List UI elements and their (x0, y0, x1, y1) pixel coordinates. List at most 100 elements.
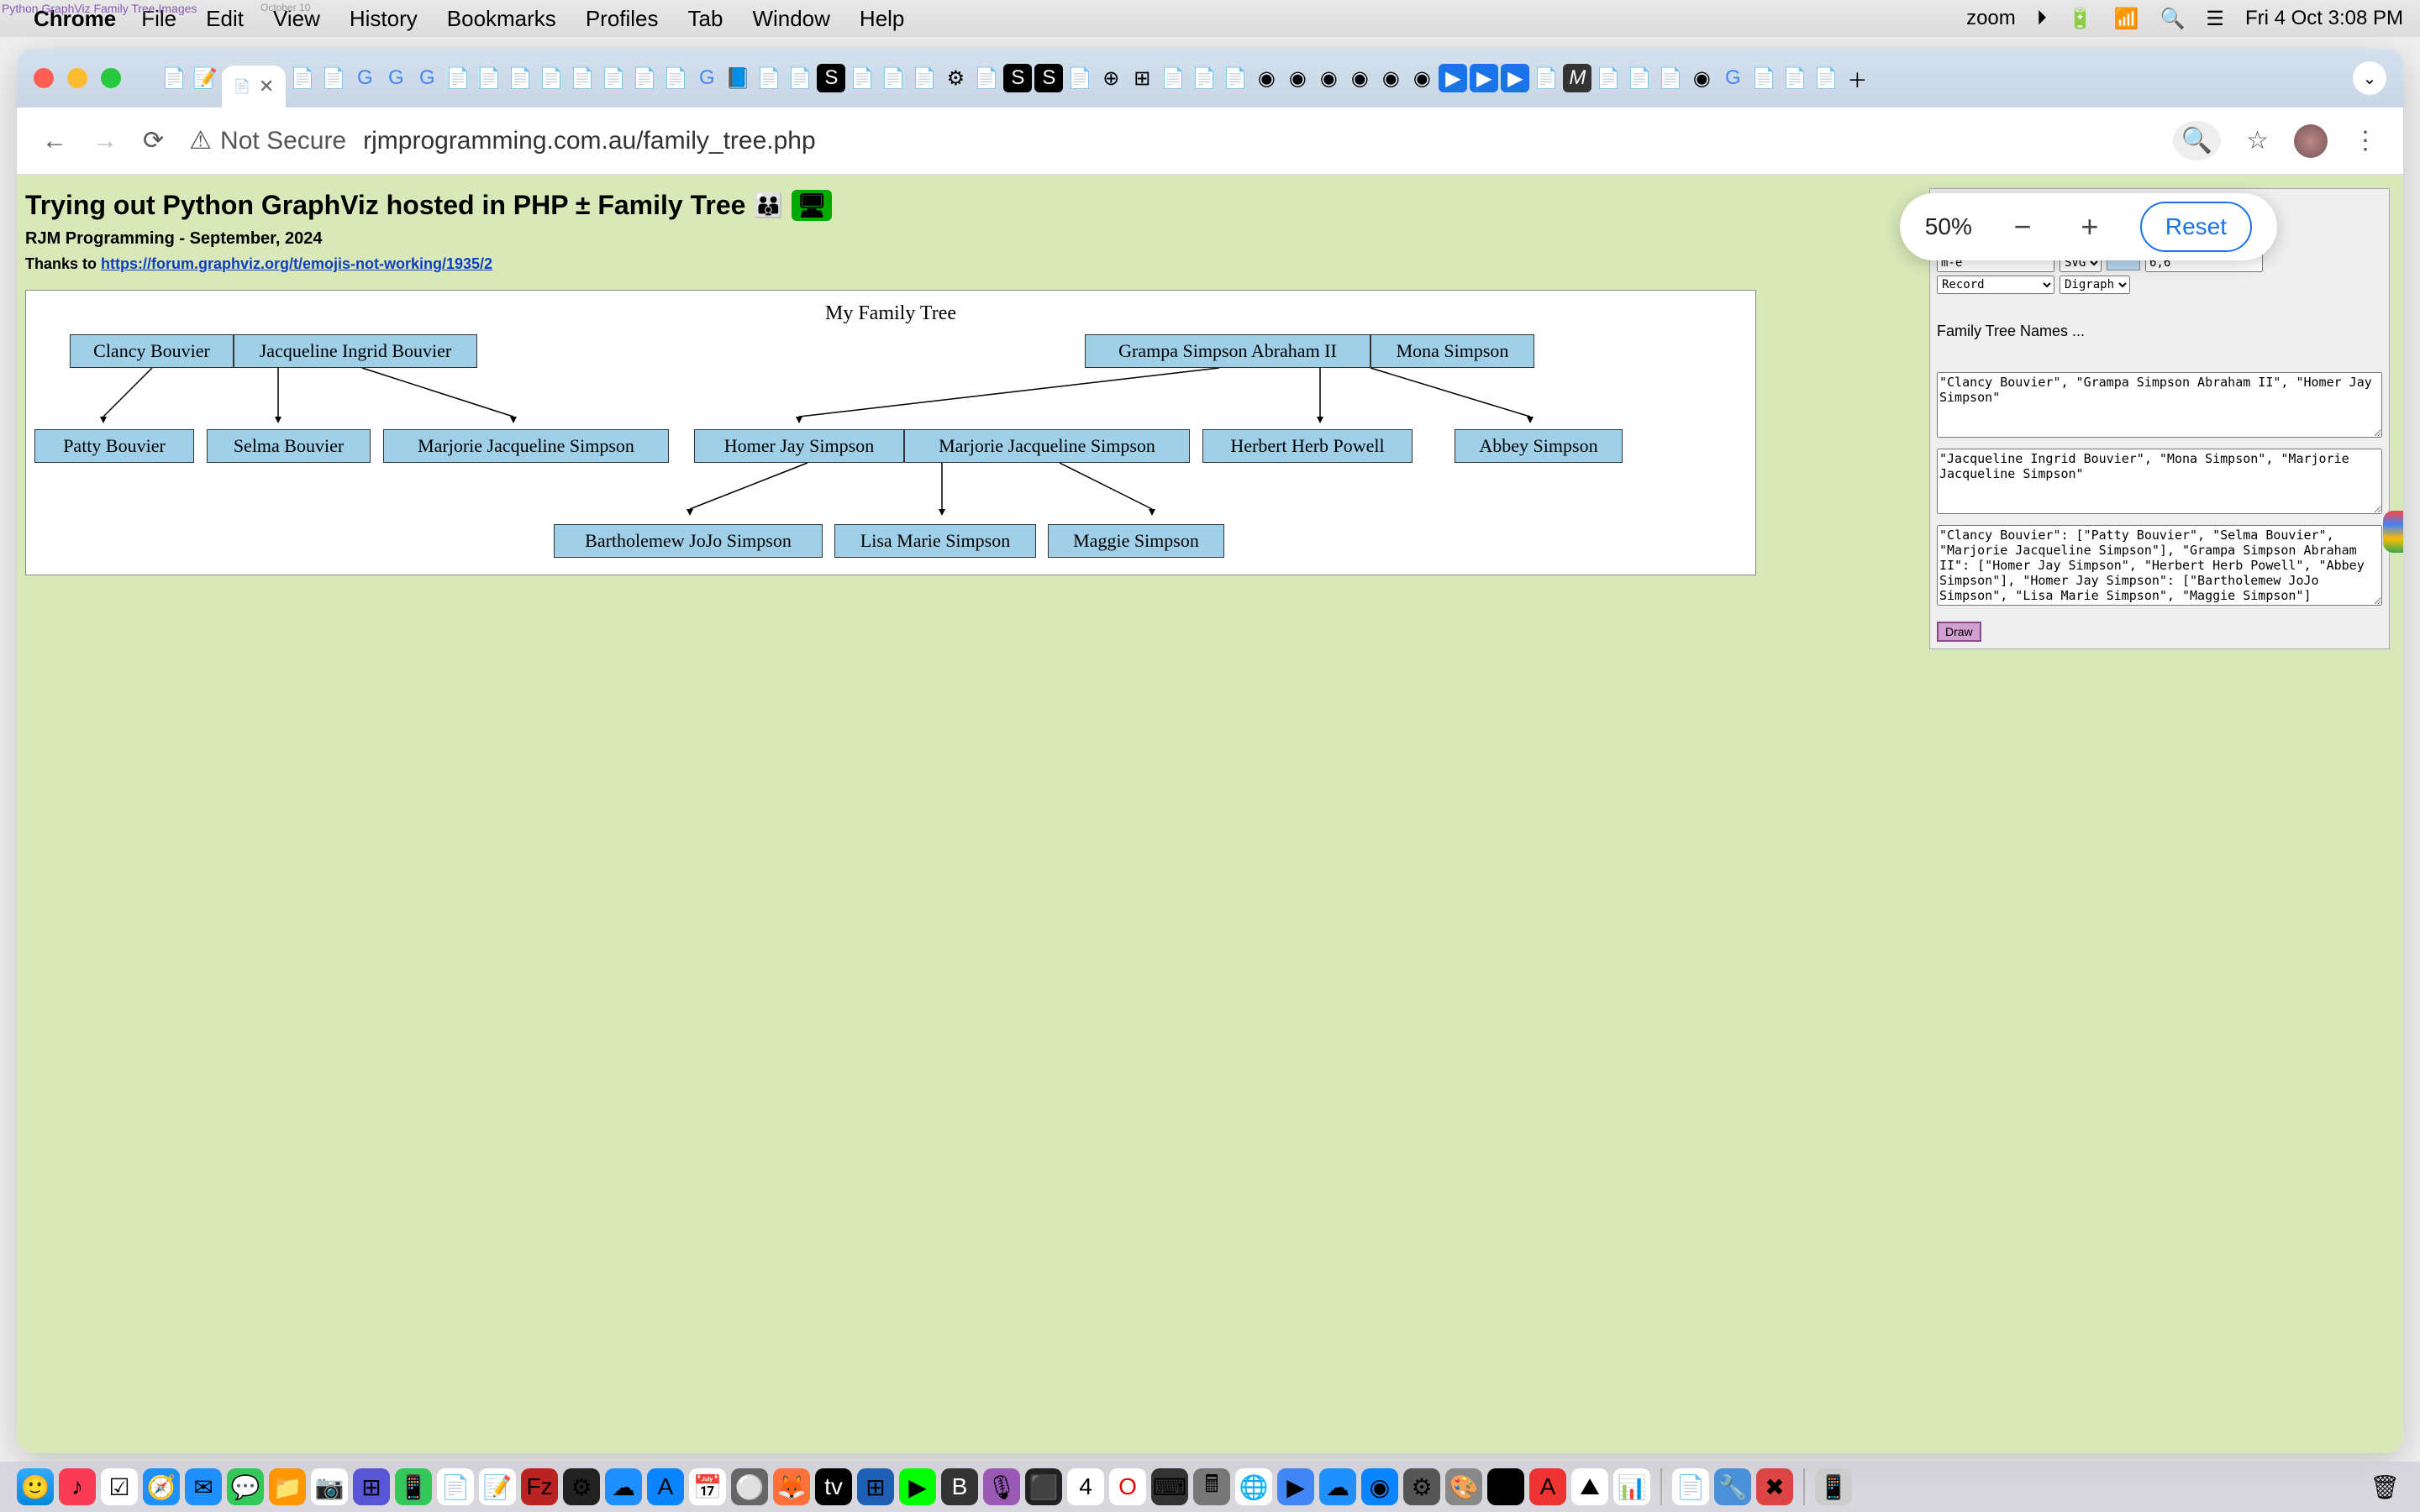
tab-icon[interactable]: S (1034, 64, 1063, 92)
dock-icon[interactable]: 📱 (395, 1468, 432, 1505)
dock-icon[interactable]: ⚪ (731, 1468, 768, 1505)
tab-icon[interactable]: ◉ (1376, 64, 1405, 92)
dock-icon[interactable]: 📊 (1613, 1468, 1650, 1505)
tab-icon[interactable]: ⊕ (1097, 64, 1125, 92)
forward-button[interactable]: → (92, 127, 118, 155)
tab-list-chevron[interactable]: ⌄ (2353, 61, 2386, 95)
tab-icon[interactable]: ◉ (1283, 64, 1312, 92)
tab-icon[interactable]: 📘 (723, 64, 752, 92)
tab-icon[interactable]: G (1718, 64, 1747, 92)
dock-icon[interactable]: 📁 (269, 1468, 306, 1505)
minimize-window-button[interactable] (67, 68, 87, 88)
trash-icon[interactable]: 🗑 (2366, 1468, 2403, 1505)
dock-icon[interactable]: 📷 (311, 1468, 348, 1505)
tab-icon[interactable]: G (350, 64, 379, 92)
opera-icon[interactable]: O (1109, 1468, 1146, 1505)
tab-icon[interactable]: 📄 (506, 64, 534, 92)
tab-icon[interactable]: 📄 (1749, 64, 1778, 92)
dock-icon[interactable]: ⛰ (1571, 1468, 1608, 1505)
dock-icon[interactable]: 📄 (437, 1468, 474, 1505)
bookmark-star-icon[interactable]: ☆ (2246, 126, 2269, 155)
new-tab-button[interactable]: ＋ (1843, 64, 1871, 92)
dock-icon[interactable]: tv (815, 1468, 852, 1505)
dock-icon[interactable]: ☁ (1319, 1468, 1356, 1505)
url-box[interactable]: ⚠ Not Secure rjmprogramming.com.au/famil… (189, 126, 2148, 155)
firefox-icon[interactable]: 🦊 (773, 1468, 810, 1505)
tab-icon[interactable]: 📄 (879, 64, 908, 92)
tab-icon[interactable]: ▶ (1470, 64, 1498, 92)
tab-icon[interactable]: 📄 (1532, 64, 1560, 92)
tab-icon[interactable]: 📄 (848, 64, 876, 92)
dock-icon[interactable]: 🎨 (1445, 1468, 1482, 1505)
maximize-window-button[interactable] (101, 68, 121, 88)
tab-icon[interactable]: ▶ (1501, 64, 1529, 92)
tab-icon[interactable]: S (1003, 64, 1032, 92)
dock-icon[interactable]: ▲ (1487, 1468, 1524, 1505)
mail-icon[interactable]: ✉ (185, 1468, 222, 1505)
tab-icon[interactable]: S (817, 64, 845, 92)
textarea-children[interactable]: "Clancy Bouvier": ["Patty Bouvier", "Sel… (1937, 525, 2382, 606)
tab-icon[interactable]: 📄 (1159, 64, 1187, 92)
google-mic-sidebar-icon[interactable] (2383, 511, 2403, 553)
menu-profiles[interactable]: Profiles (586, 6, 659, 32)
dock-icon[interactable]: ⬛ (1025, 1468, 1062, 1505)
close-tab-icon[interactable]: ✕ (259, 76, 274, 97)
menu-bookmarks[interactable]: Bookmarks (447, 6, 556, 32)
dock-icon[interactable]: ⚙ (563, 1468, 600, 1505)
zoom-reset-button[interactable]: Reset (2140, 202, 2252, 252)
play-icon[interactable]: ⏵ (2037, 7, 2047, 30)
zoom-label[interactable]: zoom (1966, 7, 2016, 30)
dock-icon[interactable]: 📅 (689, 1468, 726, 1505)
appstore-icon[interactable]: A (647, 1468, 684, 1505)
tab-icon[interactable]: 📄 (786, 64, 814, 92)
search-icon[interactable]: 🔍 (2160, 7, 2186, 31)
menu-help[interactable]: Help (860, 6, 904, 32)
menu-edit[interactable]: Edit (206, 6, 244, 32)
dock-icon[interactable]: A (1529, 1468, 1566, 1505)
active-tab[interactable]: 📄 ✕ (222, 66, 286, 108)
tab-icon[interactable]: 📄 (599, 64, 628, 92)
tab-icon[interactable]: 📄 (1190, 64, 1218, 92)
zoom-indicator-icon[interactable]: 🔍 (2173, 121, 2221, 160)
clock[interactable]: Fri 4 Oct 3:08 PM (2245, 7, 2403, 30)
draw-button[interactable]: Draw (1937, 622, 1981, 642)
control-center-icon[interactable]: ☰ (2206, 7, 2224, 31)
tab-icon[interactable]: 📄 (444, 64, 472, 92)
tab-icon[interactable]: 📄 (288, 64, 317, 92)
kebab-menu-icon[interactable]: ⋮ (2353, 126, 2378, 155)
menu-window[interactable]: Window (752, 6, 829, 32)
dock-icon[interactable]: B (941, 1468, 978, 1505)
tab-icon[interactable]: ◉ (1252, 64, 1281, 92)
dock-icon[interactable]: ◉ (1361, 1468, 1398, 1505)
not-secure-badge[interactable]: ⚠ Not Secure (189, 126, 346, 155)
dock-icon[interactable]: ▶ (899, 1468, 936, 1505)
tab-icon[interactable]: ◉ (1407, 64, 1436, 92)
tab-icon[interactable]: ◉ (1314, 64, 1343, 92)
tab-icon[interactable]: 📄 (1065, 64, 1094, 92)
textarea-fathers[interactable]: "Clancy Bouvier", "Grampa Simpson Abraha… (1937, 372, 2382, 438)
zoom-out-button[interactable]: − (2006, 209, 2039, 244)
select-graphtype[interactable]: Digraph (2060, 276, 2130, 294)
tab-icon[interactable]: ▶ (1439, 64, 1467, 92)
tab-icon[interactable]: 📄 (160, 64, 188, 92)
dock-icon[interactable]: ⊞ (857, 1468, 894, 1505)
tab-icon[interactable]: 📄 (1656, 64, 1685, 92)
tab-icon[interactable]: 📝 (191, 64, 219, 92)
tab-icon[interactable]: G (692, 64, 721, 92)
tab-icon[interactable]: G (413, 64, 441, 92)
dock-icon[interactable]: 💬 (227, 1468, 264, 1505)
dock-icon[interactable]: 4 (1067, 1468, 1104, 1505)
tab-icon[interactable]: 📄 (630, 64, 659, 92)
menu-history[interactable]: History (350, 6, 418, 32)
dock-icon[interactable]: 📝 (479, 1468, 516, 1505)
tab-icon[interactable]: ⊞ (1128, 64, 1156, 92)
battery-icon[interactable]: 🔋 (2068, 7, 2093, 31)
dock-icon[interactable]: Fz (521, 1468, 558, 1505)
safari-icon[interactable]: 🧭 (143, 1468, 180, 1505)
dock-icon[interactable]: 🖩 (1193, 1468, 1230, 1505)
dock-icon[interactable]: 🔧 (1714, 1468, 1751, 1505)
dock-icon[interactable]: 📱 (1815, 1468, 1852, 1505)
tab-icon[interactable]: 📄 (1594, 64, 1623, 92)
textarea-mothers[interactable]: "Jacqueline Ingrid Bouvier", "Mona Simps… (1937, 449, 2382, 514)
reminders-icon[interactable]: ☑ (101, 1468, 138, 1505)
